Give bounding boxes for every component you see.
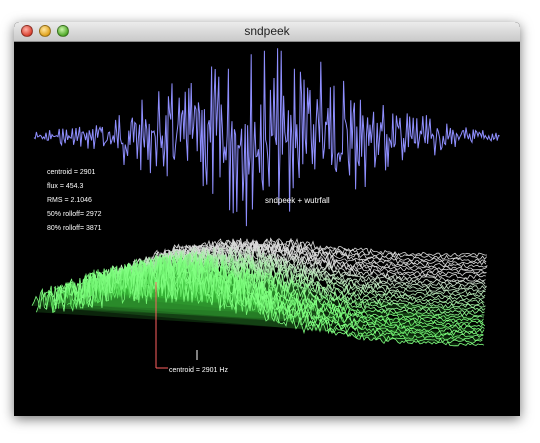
app-window: sndpeek centroid = 2901 flux = 454.3 RMS… — [14, 22, 520, 416]
stat-flux: flux = 454.3 — [47, 183, 83, 190]
stat-rolloff-80: 80% rolloff= 3871 — [47, 225, 102, 232]
centroid-readout: centroid = 2901 Hz — [169, 367, 228, 374]
visualization-svg: centroid = 2901 flux = 454.3 RMS = 2.104… — [14, 42, 520, 416]
stat-rolloff-50: 50% rolloff= 2972 — [47, 211, 102, 218]
stat-rms: RMS = 2.1046 — [47, 197, 92, 204]
title-bar[interactable]: sndpeek — [14, 22, 520, 42]
stat-centroid: centroid = 2901 — [47, 169, 96, 176]
window-title: sndpeek — [244, 24, 290, 38]
visualization-canvas: centroid = 2901 flux = 454.3 RMS = 2.104… — [14, 42, 520, 416]
app-label: sndpeek + wutrfall — [265, 196, 330, 205]
